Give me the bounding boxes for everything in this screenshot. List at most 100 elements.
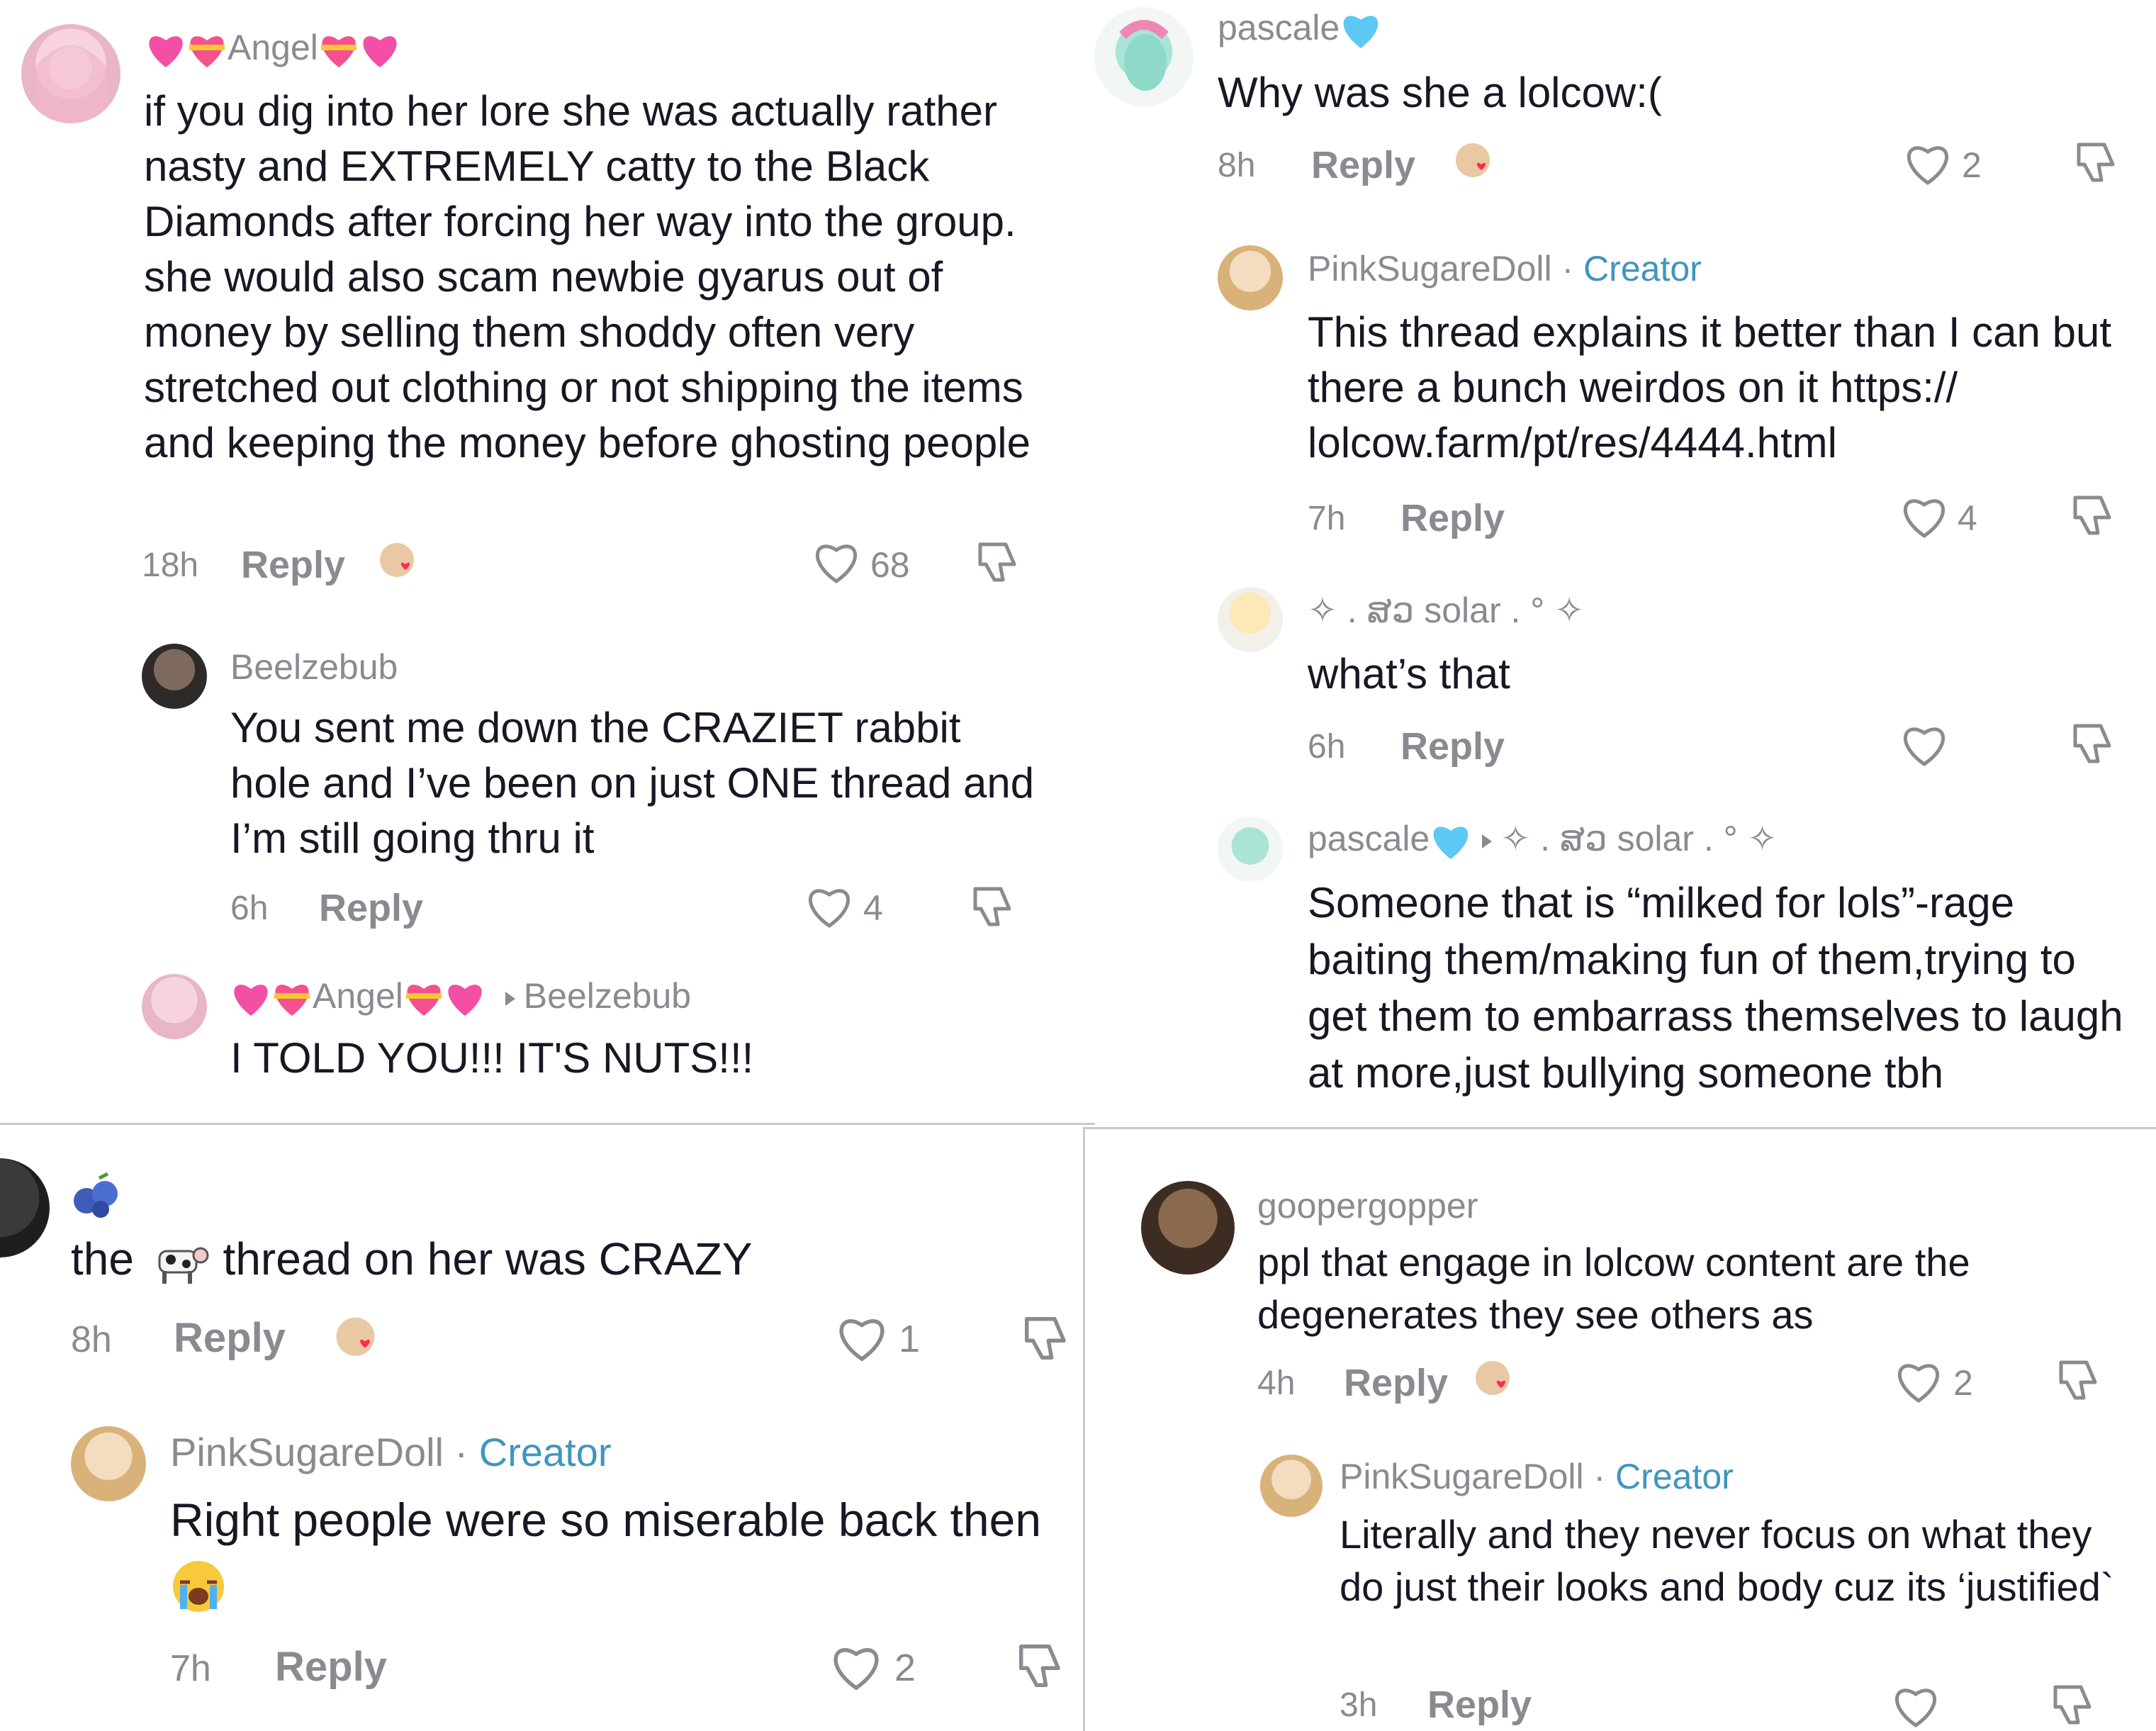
heart-outline-icon[interactable] [1891,1684,1941,1730]
comment-time: 18h [142,547,199,584]
username-pinksugaredoll[interactable]: PinkSugareDoll [1308,249,1552,288]
name-separator: · [1551,249,1584,288]
reply-button[interactable]: Reply [1400,724,1505,768]
comment-panel-pascale: pascale Why was she a lolcow:( 8h Reply … [1084,0,2156,1128]
creator-liked-avatar-icon [380,543,414,577]
reply-arrow-icon [1482,834,1493,848]
user-avatar-angel[interactable] [142,974,207,1039]
thumbs-down-icon[interactable] [1015,1640,1066,1691]
sparkling-heart-icon [234,984,268,1016]
reply-text: Literally and they never focus on what t… [1340,1512,2114,1609]
name-separator: · [1583,1457,1616,1496]
reply-to-solar[interactable]: ✧ . ສວ solar . ° ✧ [1500,819,1777,858]
creator-badge: Creator [1615,1457,1734,1496]
reply-button[interactable]: Reply [1344,1361,1448,1405]
blueberries-icon [74,1172,118,1218]
username-beelzebub[interactable]: Beelzebub [230,646,398,688]
thumbs-down-icon[interactable] [2055,1357,2102,1404]
comment-time: 8h [1218,147,1256,184]
thumbs-down-icon[interactable] [2073,139,2120,186]
comment-text-part1: the [71,1233,134,1284]
reply-text: I TOLD YOU!!! IT'S NUTS!!! [230,1034,754,1082]
cow-icon [158,1247,209,1284]
heart-outline-icon[interactable] [812,540,861,586]
user-avatar-beelzebub[interactable] [142,644,207,709]
heart-outline-icon[interactable] [835,1314,889,1364]
thumbs-down-icon[interactable] [970,883,1016,930]
username-pinksugaredoll[interactable]: PinkSugareDoll [1340,1457,1584,1496]
username-row[interactable]: PinkSugareDoll · Creator [1340,1456,1734,1497]
creator-badge: Creator [478,1430,612,1474]
user-avatar-pinksugaredoll[interactable] [1218,245,1283,310]
thumbs-down-icon[interactable] [2070,492,2116,539]
reply-button[interactable]: Reply [275,1643,387,1691]
user-avatar-goopergopper[interactable] [1141,1181,1235,1275]
reply-button[interactable]: Reply [174,1314,286,1362]
reply-arrow-icon [505,991,515,1006]
reply-button[interactable]: Reply [241,543,345,587]
comment-text: Why was she a lolcow:( [1218,69,1662,116]
username-solar[interactable]: ✧ . ສວ solar . ° ✧ [1308,590,1584,631]
user-avatar-pascale[interactable] [1218,817,1283,882]
heart-ribbon-icon [405,984,442,1016]
heart-outline-icon[interactable] [804,885,854,930]
reply-text: what’s that [1308,650,1510,698]
reply-time: 3h [1340,1686,1378,1724]
heart-outline-icon[interactable] [1899,723,1949,768]
comment-panel-angel: Angel if you dig into her lore she was a… [0,0,1091,1124]
reply-button[interactable]: Reply [1400,496,1505,540]
like-count: 2 [894,1647,916,1689]
reply-text: Right people were so miserable back then [170,1489,1049,1615]
comment-text: if you dig into her lore she was actuall… [144,87,1031,466]
reply-button[interactable]: Reply [319,886,423,930]
username-row[interactable]: Angel Beelzebub [230,975,691,1017]
username-row[interactable]: PinkSugareDoll · Creator [1308,248,1702,289]
username-goopergopper[interactable]: goopergopper [1257,1185,1478,1226]
username-row[interactable]: Angel [145,27,400,69]
comment-text-part2: thread on her was CRAZY [223,1233,753,1284]
name-separator: · [443,1430,479,1474]
heart-outline-icon[interactable] [1894,1360,1943,1405]
reply-time: 7h [1308,500,1346,537]
comment-panel-goopergopper: goopergopper ppl that engage in lolcow c… [1084,1128,2156,1731]
username-pascale[interactable]: pascale [1218,8,1340,47]
creator-liked-avatar-icon [1476,1361,1510,1395]
thumbs-down-icon[interactable] [2070,720,2116,767]
username-pascale[interactable]: pascale [1308,819,1430,858]
like-count: 2 [1962,145,1982,185]
thumbs-down-icon[interactable] [2050,1681,2096,1728]
user-avatar-pascale[interactable] [1094,7,1194,106]
user-avatar-angel[interactable] [21,24,120,123]
comment-panel-blueberry: the thread on her was CRAZY 8h Reply 1 P… [0,1123,1084,1731]
reply-button[interactable]: Reply [1427,1683,1532,1727]
heart-outline-icon[interactable] [829,1643,883,1693]
like-count: 2 [1953,1363,1973,1403]
sparkling-heart-icon [363,35,397,67]
username-row[interactable]: PinkSugareDoll · Creator [170,1429,611,1475]
heart-ribbon-icon [189,35,225,67]
username-row[interactable]: pascale [1218,7,1382,50]
username-angel[interactable]: Angel [228,28,318,67]
creator-liked-avatar-icon [336,1317,375,1356]
thumbs-down-icon[interactable] [1021,1313,1072,1364]
user-avatar-solar[interactable] [1218,587,1283,652]
avatar-art [32,45,110,123]
sparkling-heart-icon [448,984,482,1016]
user-avatar-pinksugaredoll[interactable] [1260,1455,1323,1517]
username-row[interactable]: pascale ✧ . ສວ solar . ° ✧ [1308,818,1777,861]
heart-outline-icon[interactable] [1903,142,1953,187]
thumbs-down-icon[interactable] [975,539,1021,586]
comment-time: 4h [1257,1365,1296,1402]
reply-to-beelzebub[interactable]: Beelzebub [524,976,691,1016]
user-avatar[interactable] [0,1158,50,1257]
reply-time: 7h [170,1648,211,1689]
username-angel[interactable]: Angel [313,976,403,1016]
reply-button[interactable]: Reply [1311,143,1415,187]
username-pinksugaredoll[interactable]: PinkSugareDoll [170,1430,444,1474]
user-avatar-pinksugaredoll[interactable] [71,1426,146,1501]
panel-divider [1084,1127,2156,1129]
reply-text: You sent me down the CRAZIET rabbit hole… [230,704,1035,862]
heart-outline-icon[interactable] [1899,495,1949,540]
creator-liked-avatar-icon [1456,143,1490,177]
blue-heart-icon [1343,16,1379,48]
